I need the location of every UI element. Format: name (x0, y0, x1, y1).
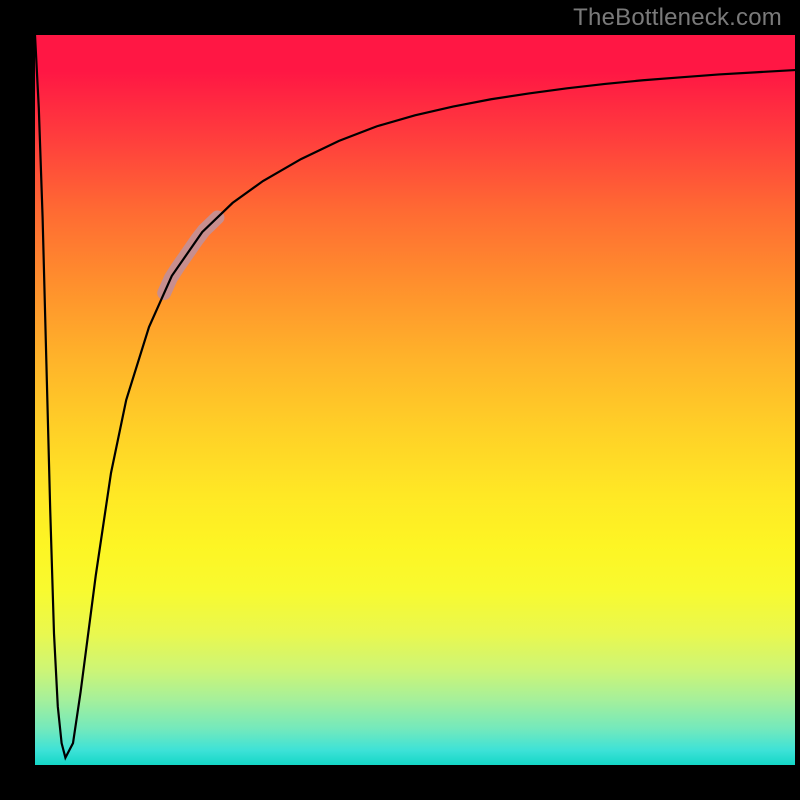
bottleneck-curve (35, 35, 795, 758)
plot-area (35, 35, 795, 765)
bottleneck-curve-highlight (164, 218, 217, 293)
chart-container: TheBottleneck.com (0, 0, 800, 800)
curve-layer (35, 35, 795, 765)
watermark-text: TheBottleneck.com (573, 4, 782, 32)
